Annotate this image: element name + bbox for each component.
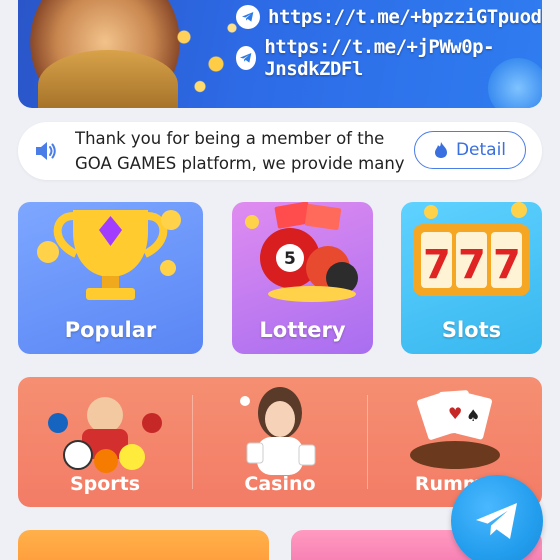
telegram-icon	[236, 46, 257, 70]
svg-text:7: 7	[458, 242, 486, 288]
trophy-icon	[37, 210, 181, 300]
game-sports-label: Sports	[69, 473, 141, 495]
telegram-link-text[interactable]: https://t.me/+bpzziGTpuodIZWQ1	[268, 6, 542, 28]
detail-button[interactable]: Detail	[414, 131, 526, 169]
category-lottery-label: Lottery	[259, 318, 346, 342]
game-casino-label: Casino	[244, 473, 316, 495]
category-popular[interactable]: Popular	[18, 202, 203, 354]
svg-text:7: 7	[493, 242, 521, 288]
lottery-ball-icon: 5	[245, 202, 358, 302]
announcement-bar: Thank you for being a member of the GOA …	[18, 122, 542, 180]
game-types-strip: Sports Casino ♥ ♠ Rummy	[18, 377, 542, 507]
telegram-icon	[476, 503, 517, 539]
detail-button-label: Detail	[455, 140, 507, 160]
category-lottery[interactable]: 5 Lottery	[232, 202, 373, 354]
telegram-float-button[interactable]	[451, 475, 543, 560]
game-casino[interactable]: Casino	[193, 377, 367, 507]
telegram-link-row-1[interactable]: https://t.me/+bpzziGTpuodIZWQ1	[236, 3, 542, 31]
banner-glow-decoration	[488, 58, 542, 108]
flame-icon	[434, 142, 447, 158]
game-sports[interactable]: Sports	[18, 377, 192, 507]
svg-text:♠: ♠	[466, 406, 480, 425]
category-slots[interactable]: 7 7 7 Slots	[401, 202, 542, 354]
category-slots-label: Slots	[441, 318, 502, 342]
category-card-fishing[interactable]	[18, 530, 269, 560]
sports-balls-icon	[48, 397, 162, 473]
telegram-icon	[236, 5, 260, 29]
slot-777-icon: 7 7 7	[413, 202, 530, 296]
speaker-icon	[36, 142, 56, 160]
announcement-text: Thank you for being a member of the GOA …	[75, 129, 405, 173]
casino-dealer-icon	[240, 387, 316, 475]
svg-text:7: 7	[423, 242, 451, 288]
category-popular-label: Popular	[64, 318, 157, 342]
playing-cards-icon: ♥ ♠	[410, 390, 500, 469]
promo-banner[interactable]: https://t.me/+bpzziGTpuodIZWQ1 https://t…	[18, 0, 542, 108]
svg-text:♥: ♥	[448, 404, 462, 423]
svg-text:5: 5	[284, 249, 296, 269]
